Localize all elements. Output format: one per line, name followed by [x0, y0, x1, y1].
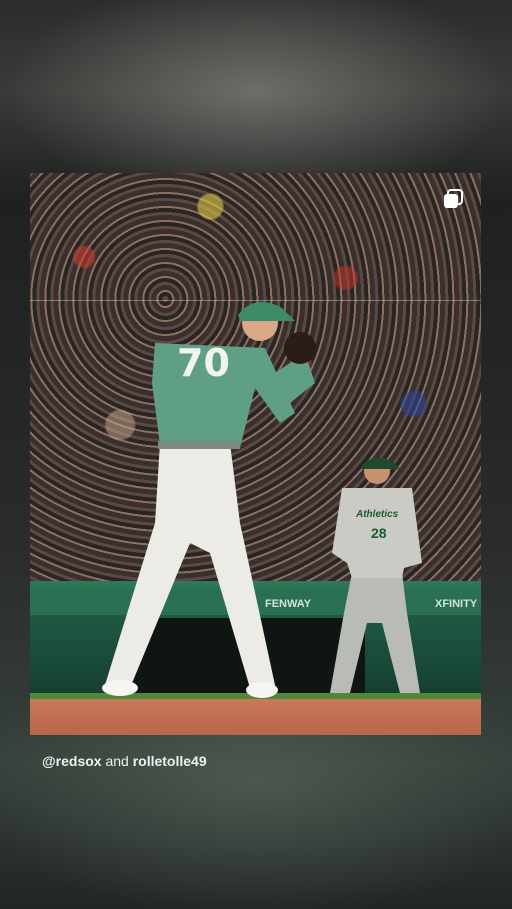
coach-figure	[330, 457, 422, 693]
pitcher-jersey-number: 70	[177, 341, 230, 385]
wall-ad-2: XFINITY	[435, 598, 478, 610]
credit-connector: and	[105, 753, 129, 769]
coach-jersey-text: Athletics	[356, 509, 399, 520]
photo-credit: @redsox and rolletolle49	[42, 753, 207, 769]
multiple-photos-icon	[444, 189, 463, 208]
credit-handle-rolletolle49[interactable]: rolletolle49	[133, 753, 207, 769]
credit-handle-redsox[interactable]: @redsox	[42, 753, 102, 769]
coach-jersey-number: 28	[371, 525, 387, 541]
post-photo[interactable]: FENWAY XFINITY 70 28 Athletics	[30, 173, 481, 735]
